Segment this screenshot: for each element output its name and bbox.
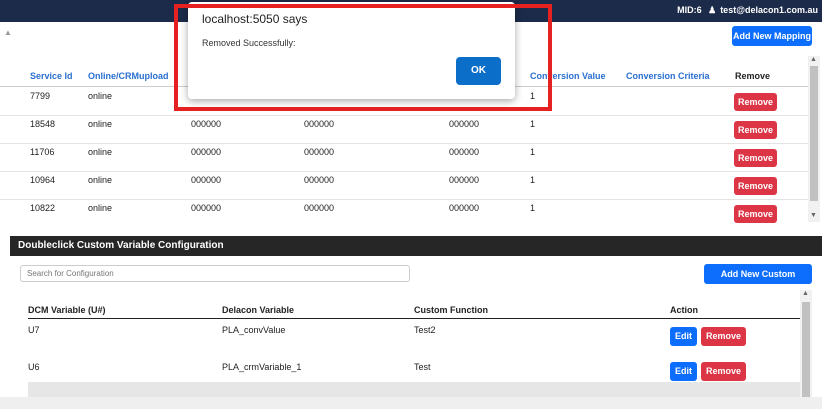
header-remove: Remove [735,71,771,81]
value-cell: 1 [530,119,536,129]
table-row [28,382,806,397]
header-online-crmupload: Online/CRMupload [88,71,169,81]
scrollbar-thumb[interactable] [802,302,810,398]
table-row: 10964 online 000000 000000 000000 1 Remo… [0,172,810,200]
add-new-mapping-button[interactable]: Add New Mapping [732,26,812,46]
custom-function-cell: Test2 [414,325,436,335]
header-conversion-criteria: Conversion Criteria [626,71,710,81]
user-email[interactable]: test@delacon1.com.au [720,5,818,15]
code-cell: 000000 [191,147,222,157]
remove-button[interactable]: Remove [734,205,777,223]
remove-button[interactable]: Remove [701,327,746,346]
account-info: MID:6 ♟ test@delacon1.com.au [673,5,818,16]
remove-button[interactable]: Remove [734,93,777,111]
code-cell: 000000 [191,175,222,185]
code-cell: 000000 [191,119,222,129]
code-cell: 000000 [191,203,222,213]
dcm-variable-cell: U7 [28,325,40,335]
value-cell: 1 [530,175,536,185]
header-delacon-variable: Delacon Variable [222,305,295,315]
type-cell: online [88,147,113,157]
service-id-cell: 10822 [30,203,56,213]
type-cell: online [88,91,113,101]
header-action: Action [670,305,698,315]
search-configuration-input[interactable] [20,265,410,282]
remove-button[interactable]: Remove [734,121,777,139]
custom-variable-table-header: DCM Variable (U#) Delacon Variable Custo… [28,305,806,319]
dcm-variable-cell: U6 [28,362,40,372]
delacon-variable-cell: PLA_crmVariable_1 [222,362,302,372]
code-cell: 000000 [449,175,480,185]
custom-variable-scrollbar[interactable]: ▲ [800,290,812,398]
code-cell: 000000 [449,119,480,129]
mapping-scrollbar[interactable]: ▲ ▼ [808,56,820,222]
header-custom-function: Custom Function [414,305,488,315]
table-row: 11706 online 000000 000000 000000 1 Remo… [0,144,810,172]
code-cell: 000000 [304,147,335,157]
user-icon: ♟ [708,5,717,15]
section-header: Doubleclick Custom Variable Configuratio… [10,236,822,256]
header-service-id: Service Id [30,71,73,81]
type-cell: online [88,203,113,213]
scroll-up-arrow-icon[interactable]: ▲ [4,28,12,37]
scroll-down-arrow-icon[interactable]: ▼ [810,212,817,219]
value-cell: 1 [530,147,536,157]
value-cell: 1 [530,203,536,213]
service-id-cell: 10964 [30,175,56,185]
scrollbar-thumb[interactable] [810,66,818,201]
mid-label: MID:6 [677,5,702,15]
code-cell: 000000 [304,203,335,213]
service-id-cell: 11706 [30,147,55,157]
header-dcm-variable: DCM Variable (U#) [28,305,106,315]
edit-button[interactable]: Edit [670,362,697,381]
service-id-cell: 7799 [30,91,51,101]
highlight-box [174,4,552,111]
table-row: 18548 online 000000 000000 000000 1 Remo… [0,116,810,144]
remove-button[interactable]: Remove [734,177,777,195]
type-cell: online [88,119,113,129]
code-cell: 000000 [449,147,480,157]
remove-button[interactable]: Remove [701,362,746,381]
custom-function-cell: Test [414,362,431,372]
type-cell: online [88,175,113,185]
remove-button[interactable]: Remove [734,149,777,167]
add-new-custom-variable-button[interactable]: Add New Custom Variable [704,264,812,299]
page-bottom-edge [0,397,822,409]
service-id-cell: 18548 [30,119,56,129]
code-cell: 000000 [304,175,335,185]
delacon-variable-cell: PLA_convValue [222,325,286,335]
table-row: 10822 online 000000 000000 000000 1 Remo… [0,200,810,228]
scroll-up-arrow-icon[interactable]: ▲ [802,290,809,297]
edit-button[interactable]: Edit [670,327,697,346]
code-cell: 000000 [304,119,335,129]
scroll-up-arrow-icon[interactable]: ▲ [810,56,817,63]
code-cell: 000000 [449,203,480,213]
